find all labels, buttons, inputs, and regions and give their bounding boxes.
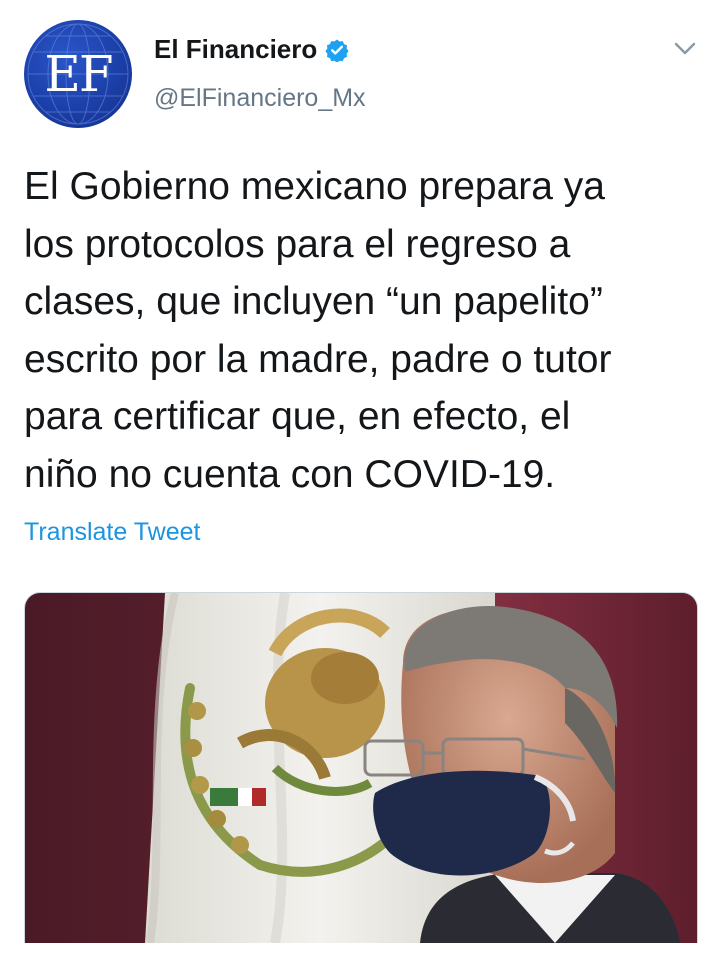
avatar-initials: EF xyxy=(44,45,113,103)
tweet-text-line: escrito por la madre, padre o tutor xyxy=(24,337,612,381)
tweet-text-line: El Gobierno mexicano prepara ya xyxy=(24,165,605,208)
avatar[interactable]: EF xyxy=(24,20,132,128)
tweet-text-line: para certificar que, en efecto, el xyxy=(24,395,571,438)
tweet-text-line: clases, que incluyen “un papelito” xyxy=(24,280,603,323)
author-handle[interactable]: @ElFinanciero_Mx xyxy=(154,84,366,113)
tweet-text: El Gobierno mexicano prepara ya los prot… xyxy=(24,158,704,503)
chevron-down-icon[interactable] xyxy=(672,38,698,63)
verified-badge-icon xyxy=(325,38,349,62)
tweet-media-photo[interactable] xyxy=(24,592,698,943)
tweet-text-line: los protocolos para el regreso a xyxy=(24,222,571,266)
tweet-text-line: niño no cuenta con COVID-19. xyxy=(24,452,556,496)
author-display-name[interactable]: El Financiero xyxy=(154,34,317,65)
author-name-row[interactable]: El Financiero xyxy=(154,34,349,65)
translate-tweet-link[interactable]: Translate Tweet xyxy=(24,518,200,547)
photo-illustration xyxy=(25,593,697,943)
